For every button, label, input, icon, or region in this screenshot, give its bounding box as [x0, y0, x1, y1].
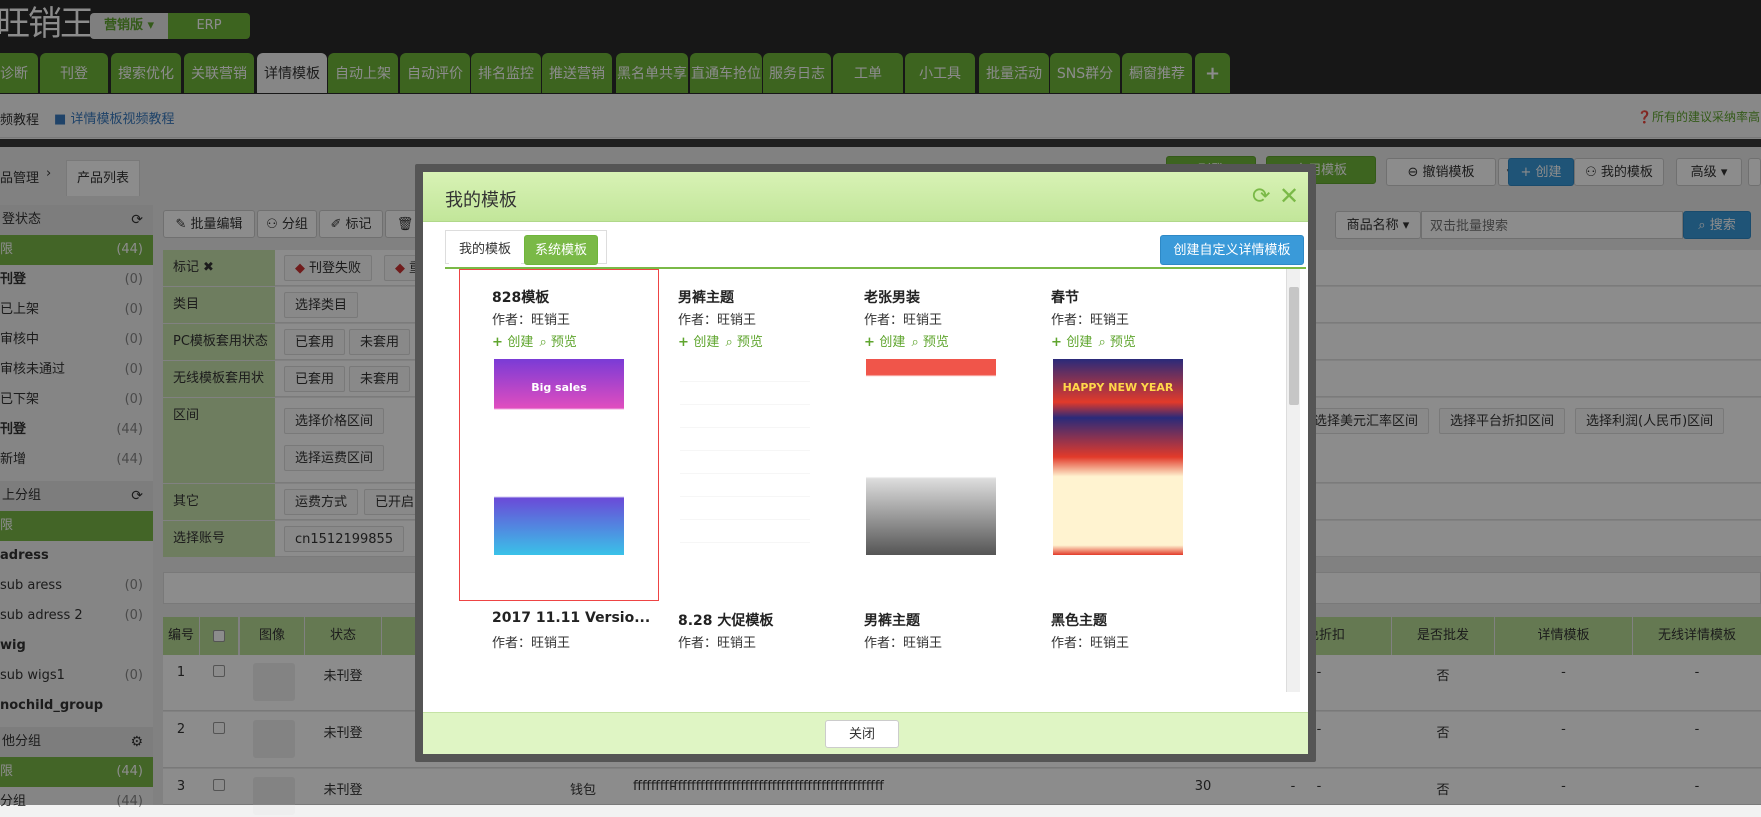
tab-system-templates[interactable]: 系统模板	[524, 235, 599, 265]
scroll-thumb[interactable]	[1289, 287, 1299, 405]
template-name: 8.28 大促模板	[678, 613, 774, 629]
scrollbar[interactable]	[1286, 269, 1300, 692]
close-icon[interactable]: ✕	[1279, 182, 1299, 210]
template-name: 2017 11.11 Versio...	[492, 610, 651, 626]
search-icon: ⌕	[1098, 335, 1110, 350]
template-author: 作者：旺销王	[492, 636, 571, 651]
template-thumbnail[interactable]: HAPPY NEW YEAR	[1053, 359, 1183, 555]
template-name: 春节	[1051, 290, 1079, 306]
template-author: 作者：旺销王	[864, 313, 943, 328]
template-card[interactable]: 2017 11.11 Versio... 作者：旺销王	[492, 610, 692, 654]
template-create-label: 创建	[1066, 335, 1093, 350]
template-create-label: 创建	[879, 335, 906, 350]
modal-header: 我的模板 ⟳ ✕	[423, 172, 1308, 222]
refresh-icon[interactable]: ⟳	[1252, 184, 1270, 209]
template-preview-label: 预览	[1109, 335, 1136, 350]
search-icon: ⌕	[911, 335, 923, 350]
template-actions: + 创建 ⌕ 预览	[1051, 331, 1251, 353]
template-card[interactable]: 春节作者：旺销王 + 创建 ⌕ 预览	[1051, 287, 1251, 353]
template-author: 作者：旺销王	[678, 313, 757, 328]
template-create-link[interactable]: + 创建	[678, 335, 719, 350]
template-actions: + 创建 ⌕ 预览	[678, 331, 878, 353]
template-author: 作者：旺销王	[1051, 313, 1130, 328]
template-actions: + 创建 ⌕ 预览	[864, 331, 1064, 353]
template-name: 老张男装	[864, 290, 920, 306]
thumbnail-text: Big sales	[531, 381, 587, 394]
template-card[interactable]: 黑色主题作者：旺销王	[1051, 610, 1251, 654]
template-name: 黑色主题	[1051, 613, 1107, 629]
template-preview-label: 预览	[736, 335, 763, 350]
template-card[interactable]: 8.28 大促模板 作者：旺销王	[678, 610, 878, 654]
modal-footer: 关闭	[423, 712, 1308, 754]
template-modal: 我的模板 ⟳ ✕ 我的模板 系统模板 创建自定义详情模板 828模板 作者：旺销王…	[415, 164, 1316, 762]
template-preview-link[interactable]: ⌕ 预览	[725, 335, 762, 350]
template-author: 作者：旺销王	[1051, 636, 1130, 651]
template-preview-label: 预览	[922, 335, 949, 350]
template-create-label: 创建	[693, 335, 720, 350]
template-thumbnail[interactable]	[680, 359, 810, 555]
template-card[interactable]: 男裤主题作者：旺销王 + 创建 ⌕ 预览	[678, 287, 878, 353]
template-preview-link[interactable]: ⌕ 预览	[911, 335, 948, 350]
template-create-link[interactable]: + 创建	[1051, 335, 1092, 350]
thumbnail-text: HAPPY NEW YEAR	[1062, 381, 1174, 394]
plus-icon: +	[864, 335, 880, 350]
search-icon: ⌕	[725, 335, 737, 350]
template-grid: 828模板 作者：旺销王 + 创建 ⌕ 预览 男裤主题 作者：旺销王 + 创建 ⌕ 预览 老张男…	[445, 267, 1306, 692]
close-button[interactable]: 关闭	[825, 720, 899, 748]
tab-my-templates[interactable]: 我的模板	[449, 235, 522, 265]
template-card[interactable]: 老张男装作者：旺销王 + 创建 ⌕ 预览	[864, 287, 1064, 353]
template-name: 男裤主题	[678, 290, 734, 306]
plus-icon: +	[1051, 335, 1067, 350]
template-thumbnail[interactable]: Big sales	[494, 359, 624, 555]
create-custom-template-button[interactable]: 创建自定义详情模板	[1160, 235, 1304, 265]
template-preview-link[interactable]: ⌕ 预览	[1098, 335, 1135, 350]
plus-icon: +	[678, 335, 694, 350]
template-author: 作者：旺销王	[678, 636, 757, 651]
template-create-link[interactable]: + 创建	[864, 335, 905, 350]
template-name: 男裤主题	[864, 613, 920, 629]
template-thumbnail[interactable]	[866, 359, 996, 555]
template-author: 作者：旺销王	[864, 636, 943, 651]
template-card[interactable]: 男裤主题作者：旺销王	[864, 610, 1064, 654]
modal-title: 我的模板	[445, 190, 517, 211]
